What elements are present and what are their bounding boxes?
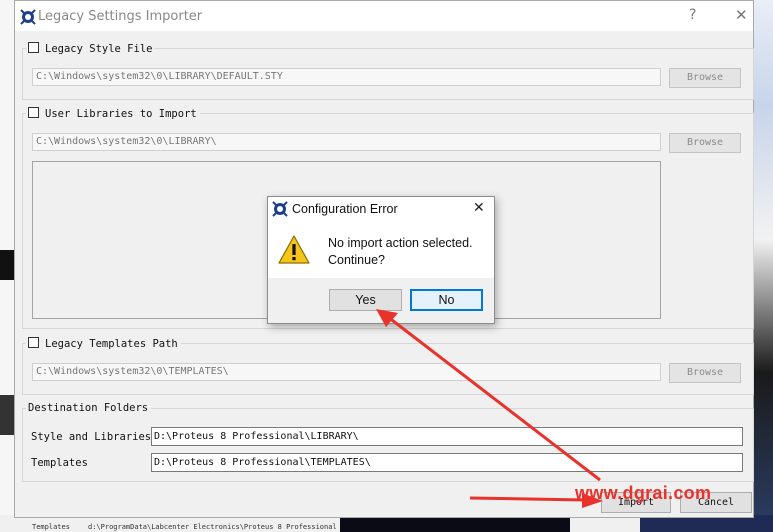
annotation-arrows (376, 309, 603, 508)
arrow-to-import-button (469, 496, 586, 502)
arrow-to-yes-button (387, 315, 601, 482)
watermark: www.dgrai.com (575, 483, 712, 503)
